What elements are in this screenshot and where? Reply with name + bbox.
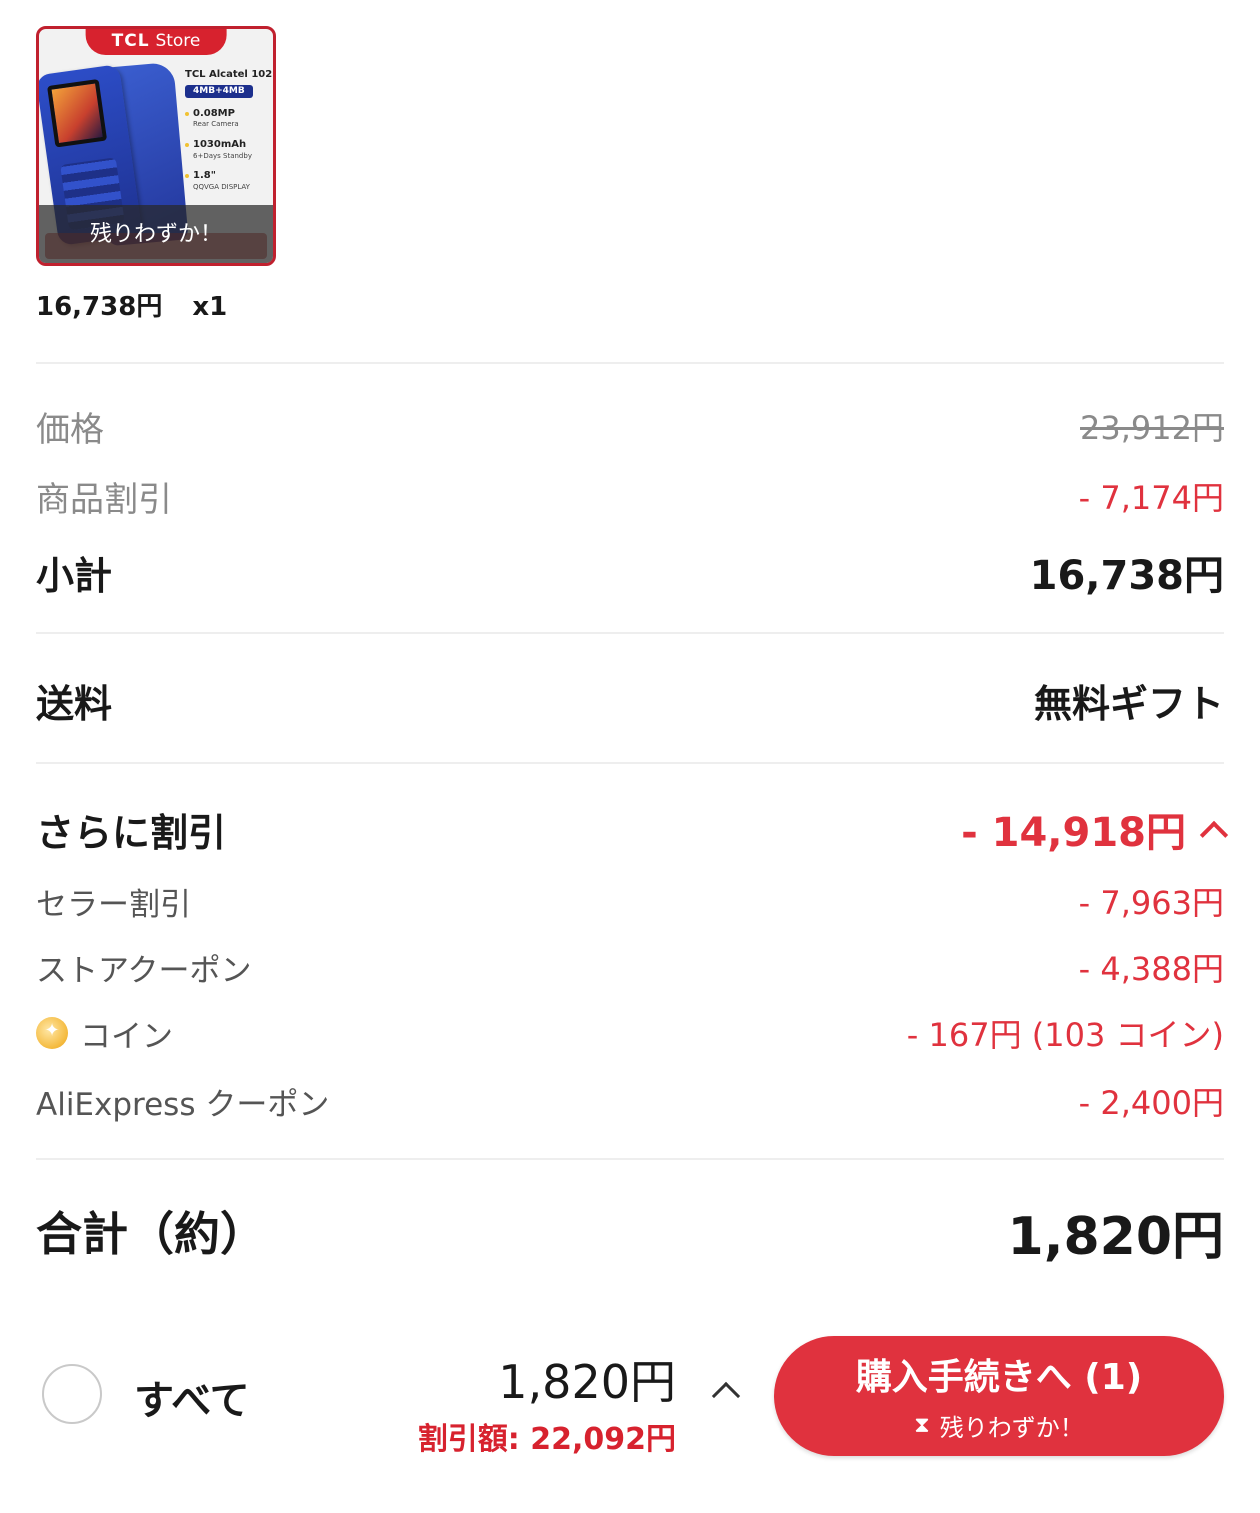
subtotal-row: 小計 16,738円 [36,542,1224,602]
store-coupon-value: - 4,388円 [1078,950,1224,988]
extra-discount-toggle[interactable]: - 14,918円 [961,800,1229,858]
coin-icon [36,1017,68,1049]
shipping-row: 送料 無料ギフト [36,670,1224,730]
seller-discount-value: - 7,963円 [1078,884,1224,922]
bottom-sum-price: 1,820円 [498,1355,676,1409]
item-price: 16,738円 [36,292,163,322]
product-memory-badge: 4MB+4MB [185,84,253,98]
extra-discount-label: さらに割引 [36,810,227,855]
subtotal-label: 小計 [36,553,113,598]
product-discount-value: - 7,174円 [1078,479,1224,517]
coin-row: コイン - 167円 (103 コイン) [36,1008,1224,1058]
subtotal-value: 16,738円 [1029,553,1224,599]
spec-item: 1030mAh 6+Days Standby [185,139,273,160]
product-specs: TCL Alcatel 1021 4MB+4MB 0.08MP Rear Cam… [185,69,276,202]
phone-screen [47,78,108,148]
price-row: 価格 23,912円 [36,400,1224,452]
chevron-up-icon[interactable] [1199,820,1229,850]
store-coupon-label: ストアクーポン [36,952,252,989]
aliexpress-coupon-value: - 2,400円 [1078,1084,1224,1122]
spec-value: 1030mAh [193,139,247,150]
divider [36,362,1224,364]
shipping-label: 送料 [36,681,113,726]
aliexpress-coupon-row: AliExpress クーポン - 2,400円 [36,1076,1224,1126]
chevron-up-icon[interactable] [711,1381,741,1411]
hourglass-icon: ⧗ [914,1413,930,1438]
item-price-line: 16,738円 x1 [36,286,227,323]
total-row: 合計（約） 1,820円 [36,1196,1224,1267]
spec-desc: QQVGA DISPLAY [193,182,250,191]
low-stock-overlay: 残りわずか！ [39,205,273,263]
store-coupon-row: ストアクーポン - 4,388円 [36,942,1224,992]
checkout-low-stock: 残りわずか！ [939,1414,1084,1442]
select-all-radio[interactable] [42,1364,102,1424]
spec-desc: Rear Camera [193,120,239,129]
product-thumbnail[interactable]: TCL Store TCL Alcatel 1021 4MB+4MB 0.08M… [36,26,276,266]
store-tag-name: Store [155,31,201,51]
price-original: 23,912円 [1080,409,1224,447]
coin-label-group: コイン [36,1011,173,1056]
item-quantity: x1 [192,292,228,322]
product-discount-label: 商品割引 [36,479,172,520]
seller-discount-row: セラー割引 - 7,963円 [36,876,1224,926]
checkout-button[interactable]: 購入手続きへ (1) ⧗ 残りわずか！ [774,1336,1224,1456]
spec-desc: 6+Days Standby [193,151,252,160]
divider [36,1158,1224,1160]
total-label: 合計（約） [36,1207,266,1261]
store-tag: TCL Store [85,29,227,55]
spec-value: 0.08MP [193,107,235,119]
divider [36,762,1224,764]
checkout-label: 購入手続きへ (1) [855,1357,1143,1398]
product-model: TCL Alcatel 1021 [185,69,276,80]
spec-item: 1.8" QQVGA DISPLAY [185,170,273,191]
spec-value: 1.8" [193,170,216,182]
bottom-discount-amount: 割引額: 22,092円 [417,1422,676,1457]
divider [36,632,1224,634]
extra-discount-row[interactable]: さらに割引 - 14,918円 [36,798,1229,860]
coin-value: - 167円 (103 コイン) [906,1016,1224,1054]
checkout-sub: ⧗ 残りわずか！ [774,1408,1224,1443]
price-label: 価格 [36,409,104,450]
product-discount-row: 商品割引 - 7,174円 [36,470,1224,522]
store-tag-brand: TCL [111,31,150,51]
spec-item: 0.08MP Rear Camera [185,107,273,129]
shipping-value: 無料ギフト [1033,681,1224,726]
seller-discount-label: セラー割引 [36,886,191,923]
aliexpress-coupon-label: AliExpress クーポン [36,1086,330,1123]
extra-discount-value: - 14,918円 [961,810,1186,856]
coin-label: コイン [80,1018,173,1055]
bottom-sum: 1,820円 割引額: 22,092円 [418,1346,676,1458]
total-value: 1,820円 [1007,1206,1224,1267]
select-all-label[interactable]: すべて [134,1368,250,1426]
